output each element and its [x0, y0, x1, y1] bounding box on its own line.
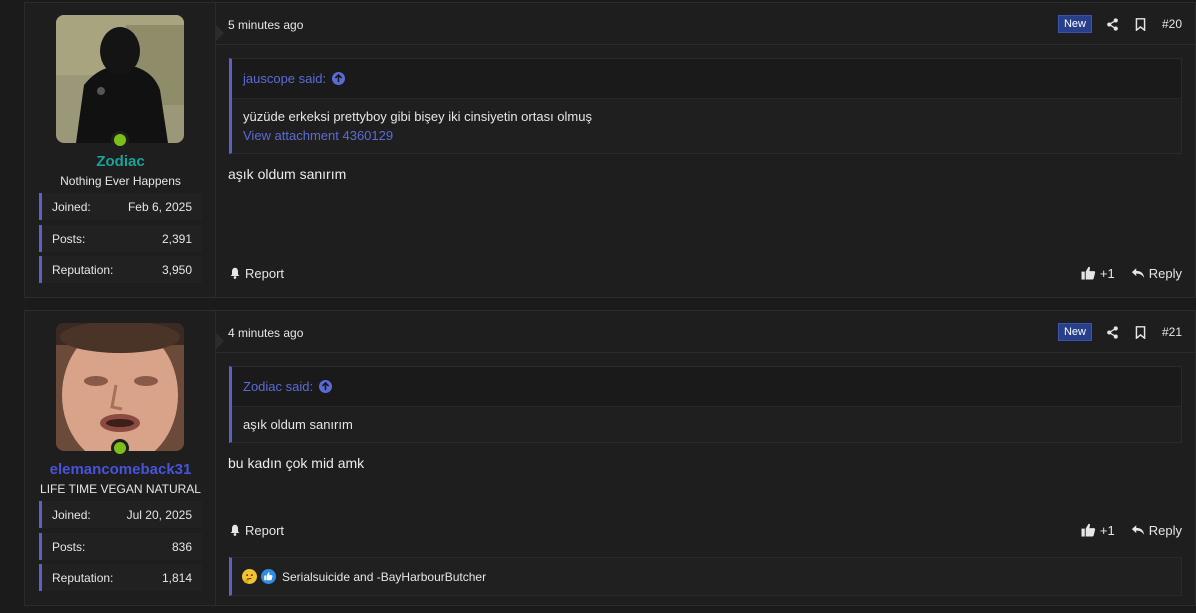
stat-value: 2,391 [161, 231, 192, 246]
bookmark-icon[interactable] [1134, 17, 1148, 31]
post-main: 5 minutes ago New #20 jauscope said: yüz… [216, 3, 1195, 297]
username[interactable]: Zodiac [25, 153, 216, 170]
quote-body: aşık oldum sanırım [232, 407, 1181, 442]
quote-header[interactable]: Zodiac said: [232, 367, 1181, 407]
like-count: +1 [1099, 265, 1115, 281]
stat-joined: Joined: Jul 20, 2025 [39, 501, 202, 528]
bell-icon [230, 524, 240, 536]
stat-label: Posts: [52, 539, 86, 554]
stat-reputation: Reputation: 3,950 [39, 256, 202, 283]
online-status-indicator [111, 131, 129, 149]
share-icon[interactable] [1106, 325, 1120, 339]
stat-value: Jul 20, 2025 [126, 507, 192, 522]
stat-value: Feb 6, 2025 [127, 199, 192, 214]
report-label: Report [245, 522, 285, 538]
post-message: aşık oldum sanırım [228, 166, 347, 182]
stat-reputation: Reputation: 1,814 [39, 564, 202, 591]
report-label: Report [245, 265, 285, 281]
quote-block: jauscope said: yüzüde erkeksi prettyboy … [229, 58, 1182, 154]
thumbs-up-icon [1081, 523, 1096, 537]
post-timestamp[interactable]: 5 minutes ago [228, 18, 303, 32]
reply-label: Reply [1148, 265, 1182, 281]
reply-icon [1131, 268, 1144, 278]
post-footer: Report +1 Reply [229, 520, 1182, 540]
stat-posts: Posts: 2,391 [39, 225, 202, 252]
post-20: Zodiac Nothing Ever Happens Joined: Feb 6… [24, 2, 1196, 298]
user-title: LIFE TIME VEGAN NATURAL [40, 482, 201, 496]
post-timestamp[interactable]: 4 minutes ago [228, 326, 303, 340]
stat-posts: Posts: 836 [39, 533, 202, 560]
like-button[interactable]: +1 [1081, 523, 1115, 538]
report-button[interactable]: Report [229, 523, 284, 538]
avatar[interactable] [56, 323, 184, 451]
user-info-panel: Zodiac Nothing Ever Happens Joined: Feb 6… [25, 3, 224, 297]
quote-body: yüzüde erkeksi prettyboy gibi bişey iki … [232, 99, 1181, 153]
attachment-link[interactable]: View attachment 4360129 [243, 128, 1170, 143]
online-status-indicator [111, 439, 129, 457]
user-info-panel: elemancomeback31 LIFE TIME VEGAN NATURAL… [25, 311, 224, 605]
stat-value: 836 [171, 539, 192, 554]
stat-label: Reputation: [52, 262, 114, 277]
stat-value: 3,950 [161, 262, 192, 277]
arrow-up-circle-icon[interactable] [332, 72, 346, 85]
thumbs-up-icon [1081, 266, 1096, 280]
quote-block: Zodiac said: aşık oldum sanırım [229, 366, 1182, 443]
like-count: +1 [1099, 522, 1115, 538]
reply-label: Reply [1148, 522, 1182, 538]
bell-icon [230, 267, 240, 279]
stat-label: Joined: [52, 507, 91, 522]
quote-text: yüzüde erkeksi prettyboy gibi bişey iki … [243, 109, 592, 124]
thinking-face-icon [242, 569, 257, 584]
post-number[interactable]: #21 [1162, 325, 1182, 339]
post-main: 4 minutes ago New #21 Zodiac said: aşık … [216, 311, 1195, 605]
reply-button[interactable]: Reply [1131, 523, 1182, 538]
stat-label: Reputation: [52, 570, 114, 585]
username[interactable]: elemancomeback31 [25, 461, 216, 478]
post-message: bu kadın çok mid amk [228, 455, 365, 471]
stat-joined: Joined: Feb 6, 2025 [39, 193, 202, 220]
stat-label: Posts: [52, 231, 86, 246]
stat-label: Joined: [52, 199, 91, 214]
post-footer: Report +1 Reply [229, 263, 1182, 283]
new-badge: New [1057, 323, 1092, 341]
share-icon[interactable] [1106, 17, 1120, 31]
reply-icon [1131, 525, 1144, 535]
stat-value: 1,814 [161, 570, 192, 585]
report-button[interactable]: Report [229, 266, 284, 281]
quote-author[interactable]: Zodiac said: [243, 379, 313, 394]
post-header: 5 minutes ago New #20 [216, 3, 1195, 45]
like-reaction-icon [261, 569, 276, 584]
arrow-up-circle-icon[interactable] [319, 380, 333, 393]
reply-button[interactable]: Reply [1131, 266, 1182, 281]
quote-text: aşık oldum sanırım [243, 417, 353, 432]
bookmark-icon[interactable] [1134, 325, 1148, 339]
quote-header[interactable]: jauscope said: [232, 59, 1181, 99]
reactions-bar[interactable]: Serialsuicide and -BayHarbourButcher [229, 557, 1182, 596]
reactions-users[interactable]: Serialsuicide and -BayHarbourButcher [282, 570, 486, 584]
new-badge: New [1057, 15, 1092, 33]
avatar[interactable] [56, 15, 184, 143]
quote-author[interactable]: jauscope said: [243, 71, 326, 86]
post-header: 4 minutes ago New #21 [216, 311, 1195, 353]
user-title: Nothing Ever Happens [60, 174, 181, 188]
post-number[interactable]: #20 [1162, 17, 1182, 31]
like-button[interactable]: +1 [1081, 266, 1115, 281]
post-21: elemancomeback31 LIFE TIME VEGAN NATURAL… [24, 310, 1196, 606]
